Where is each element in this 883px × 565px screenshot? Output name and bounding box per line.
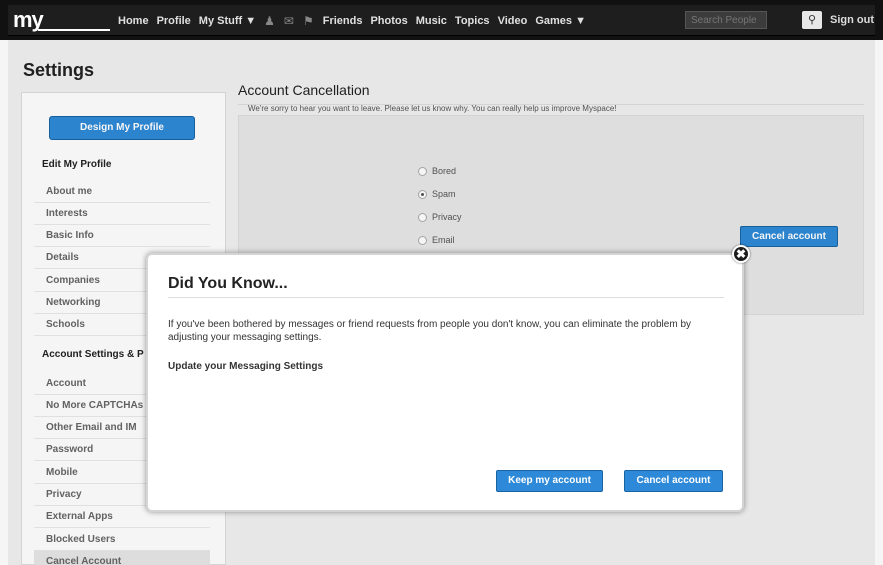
person-icon[interactable]: ♟ [264, 14, 275, 28]
search-input[interactable] [685, 11, 767, 29]
mail-icon[interactable]: ✉ [284, 14, 294, 28]
modal-cancel-account-button[interactable]: Cancel account [624, 470, 723, 492]
nav-home[interactable]: Home [118, 15, 149, 27]
top-nav-inner: my Home Profile My Stuff ▼ ♟ ✉ ⚑ Friends… [8, 5, 875, 36]
nav-music[interactable]: Music [416, 15, 447, 27]
sign-out-link[interactable]: Sign out [830, 14, 874, 26]
update-messaging-settings-link[interactable]: Update your Messaging Settings [168, 361, 323, 372]
nav-links: Home Profile My Stuff ▼ ♟ ✉ ⚑ Friends Ph… [118, 5, 594, 36]
modal-divider [168, 297, 724, 298]
top-nav-bar: my Home Profile My Stuff ▼ ♟ ✉ ⚑ Friends… [0, 0, 883, 40]
modal-message: If you've been bothered by messages or f… [168, 319, 692, 343]
nav-games[interactable]: Games ▼ [535, 15, 586, 27]
flag-icon[interactable]: ⚑ [303, 14, 314, 28]
close-icon[interactable]: ✖ [732, 245, 750, 263]
did-you-know-modal: Did You Know... If you've been bothered … [146, 253, 744, 512]
nav-photos[interactable]: Photos [370, 15, 407, 27]
nav-friends[interactable]: Friends [323, 15, 363, 27]
search-icon[interactable]: ⚲ [802, 11, 822, 29]
keep-my-account-button[interactable]: Keep my account [496, 470, 603, 492]
logo-underline [38, 29, 110, 31]
nav-topics[interactable]: Topics [455, 15, 490, 27]
nav-video[interactable]: Video [498, 15, 528, 27]
nav-profile[interactable]: Profile [157, 15, 191, 27]
modal-title: Did You Know... [168, 275, 288, 292]
nav-my-stuff[interactable]: My Stuff ▼ [199, 15, 256, 27]
